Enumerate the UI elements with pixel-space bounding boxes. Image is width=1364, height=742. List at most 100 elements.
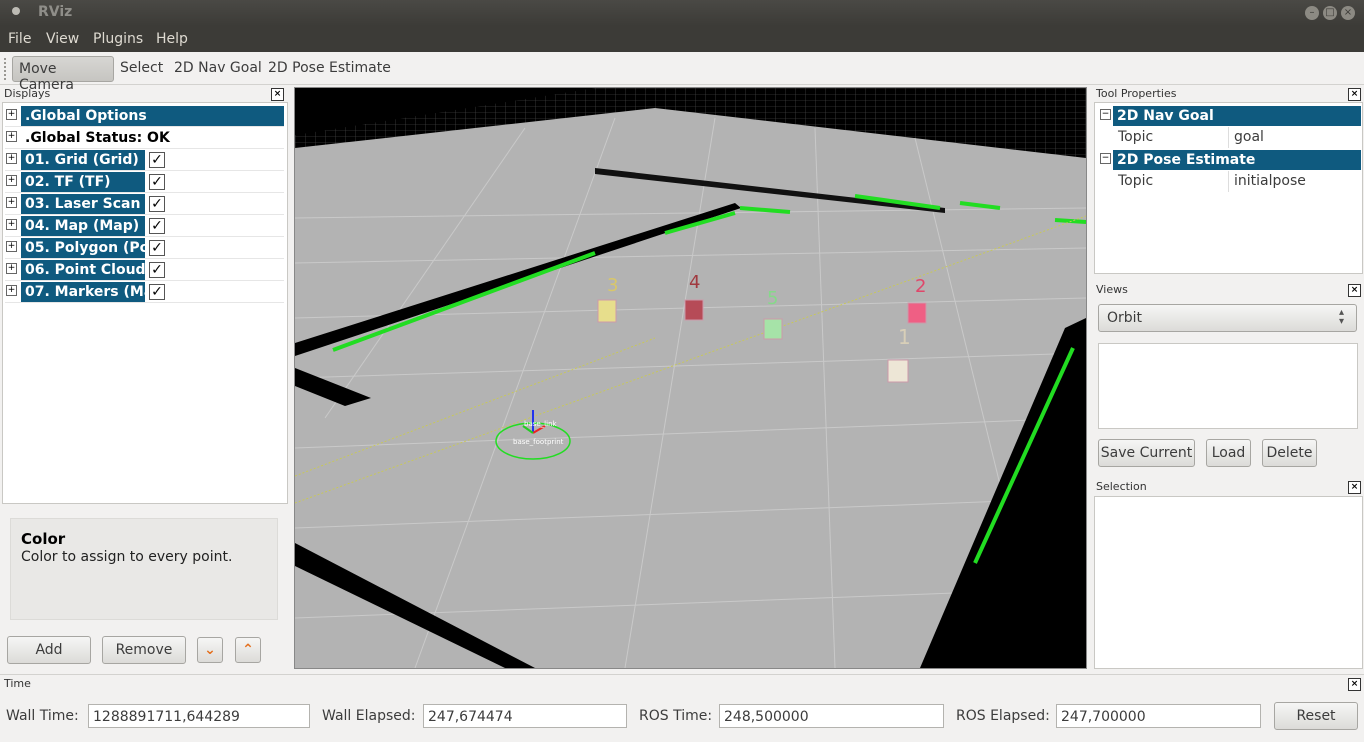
chevron-up-icon[interactable]: ⌃ xyxy=(235,637,261,663)
tool-2d-nav-goal[interactable]: 2D Nav Goal xyxy=(174,60,262,76)
tool-select[interactable]: Select xyxy=(120,60,163,76)
views-header: Views xyxy=(1096,283,1128,296)
ros-time-label: ROS Time: xyxy=(639,708,713,724)
expand-icon[interactable]: + xyxy=(6,285,17,296)
display-row-tf[interactable]: + 02. TF (TF) ✓ xyxy=(5,171,284,193)
display-row-map[interactable]: + 04. Map (Map) ✓ xyxy=(5,215,284,237)
menu-help[interactable]: Help xyxy=(156,31,188,47)
display-row-global-options[interactable]: + .Global Options xyxy=(5,105,284,127)
add-display-button[interactable]: Add xyxy=(7,636,91,664)
display-row-point-cloud2[interactable]: + 06. Point Cloud2 ✓ xyxy=(5,259,284,281)
menu-view[interactable]: View xyxy=(46,31,79,47)
minimize-button[interactable]: – xyxy=(1305,6,1319,20)
tool-group-name: 2D Pose Estimate xyxy=(1113,150,1361,170)
help-text: Color to assign to every point. xyxy=(21,549,233,565)
display-label: 04. Map (Map) xyxy=(21,216,145,236)
tool-property-row[interactable]: Topic goal xyxy=(1099,127,1361,148)
display-label: .Global Options xyxy=(21,106,284,126)
display-row-laser-scan[interactable]: + 03. Laser Scan (L ✓ xyxy=(5,193,284,215)
delete-view-button[interactable]: Delete xyxy=(1262,439,1317,467)
wall-time-field[interactable]: 1288891711,644289 xyxy=(88,704,310,728)
marker-label: 4 xyxy=(689,272,700,293)
selection-panel xyxy=(1094,496,1363,669)
time-close-icon[interactable]: × xyxy=(1348,678,1361,691)
remove-display-button[interactable]: Remove xyxy=(102,636,186,664)
display-enabled-checkbox[interactable]: ✓ xyxy=(149,262,165,278)
property-name: Topic xyxy=(1118,129,1154,145)
display-label: 02. TF (TF) xyxy=(21,172,145,192)
collapse-icon[interactable]: − xyxy=(1100,109,1111,120)
property-value[interactable]: goal xyxy=(1234,129,1264,145)
expand-icon[interactable]: + xyxy=(6,175,17,186)
view-type-select[interactable]: Orbit ▴ ▾ xyxy=(1098,304,1357,332)
saved-views-list[interactable] xyxy=(1098,343,1358,429)
time-header: Time xyxy=(4,677,31,690)
load-view-button[interactable]: Load xyxy=(1206,439,1251,467)
help-title: Color xyxy=(21,530,66,548)
marker-label: 2 xyxy=(915,276,926,297)
save-current-view-button[interactable]: Save Current xyxy=(1098,439,1195,467)
wall-elapsed-field[interactable]: 247,674474 xyxy=(423,704,627,728)
expand-icon[interactable]: + xyxy=(6,241,17,252)
display-label: 07. Markers (Mar xyxy=(21,282,145,302)
tool-move-camera[interactable]: Move Camera xyxy=(12,56,114,93)
display-enabled-checkbox[interactable]: ✓ xyxy=(149,174,165,190)
maximize-button[interactable]: □ xyxy=(1323,6,1337,20)
display-row-markers[interactable]: + 07. Markers (Mar ✓ xyxy=(5,281,284,303)
display-enabled-checkbox[interactable]: ✓ xyxy=(149,240,165,256)
ros-elapsed-label: ROS Elapsed: xyxy=(956,708,1050,724)
display-row-grid[interactable]: + 01. Grid (Grid) ✓ xyxy=(5,149,284,171)
reset-time-button[interactable]: Reset xyxy=(1274,702,1358,730)
frame-label: base_footprint xyxy=(513,438,564,446)
displays-close-icon[interactable]: × xyxy=(271,88,284,101)
menu-file[interactable]: File xyxy=(8,31,31,47)
expand-icon[interactable]: + xyxy=(6,131,17,142)
display-label: 05. Polygon (Poly xyxy=(21,238,145,258)
app-icon xyxy=(12,7,20,15)
property-value[interactable]: initialpose xyxy=(1234,173,1306,189)
expand-icon[interactable]: + xyxy=(6,263,17,274)
ros-time-field[interactable]: 248,500000 xyxy=(719,704,944,728)
display-enabled-checkbox[interactable]: ✓ xyxy=(149,196,165,212)
menu-bar: File View Plugins Help xyxy=(0,26,1364,52)
marker-block xyxy=(907,302,927,324)
property-help-box: Color Color to assign to every point. xyxy=(10,518,278,620)
display-enabled-checkbox[interactable]: ✓ xyxy=(149,152,165,168)
expand-icon[interactable]: + xyxy=(6,197,17,208)
marker-block xyxy=(597,299,617,323)
display-enabled-checkbox[interactable]: ✓ xyxy=(149,284,165,300)
marker-block xyxy=(684,299,704,321)
views-close-icon[interactable]: × xyxy=(1348,284,1361,297)
menu-plugins[interactable]: Plugins xyxy=(93,31,143,47)
expand-icon[interactable]: + xyxy=(6,219,17,230)
marker-label: 3 xyxy=(607,275,618,296)
tool-group-2d-pose-estimate[interactable]: − 2D Pose Estimate xyxy=(1099,149,1361,170)
window-title: RViz xyxy=(38,4,73,20)
expand-icon[interactable]: + xyxy=(6,109,17,120)
ros-elapsed-field[interactable]: 247,700000 xyxy=(1056,704,1261,728)
frame-label: base_link xyxy=(524,420,558,428)
display-label: 01. Grid (Grid) xyxy=(21,150,145,170)
tool-properties-close-icon[interactable]: × xyxy=(1348,88,1361,101)
toolbar-grip[interactable] xyxy=(4,58,9,80)
marker-label: 1 xyxy=(898,325,911,349)
toolbar: Move Camera Select 2D Nav Goal 2D Pose E… xyxy=(0,52,1364,93)
displays-header: Displays xyxy=(4,87,51,100)
marker-block xyxy=(763,318,783,340)
chevron-down-icon[interactable]: ⌄ xyxy=(197,637,223,663)
tool-property-row[interactable]: Topic initialpose xyxy=(1099,171,1361,192)
close-window-button[interactable]: × xyxy=(1341,6,1355,20)
tool-group-2d-nav-goal[interactable]: − 2D Nav Goal xyxy=(1099,105,1361,126)
display-label: 03. Laser Scan (L xyxy=(21,194,145,214)
tool-group-name: 2D Nav Goal xyxy=(1113,106,1361,126)
display-enabled-checkbox[interactable]: ✓ xyxy=(149,218,165,234)
collapse-icon[interactable]: − xyxy=(1100,153,1111,164)
display-row-global-status[interactable]: + .Global Status: OK xyxy=(5,127,284,149)
expand-icon[interactable]: + xyxy=(6,153,17,164)
display-row-polygon[interactable]: + 05. Polygon (Poly ✓ xyxy=(5,237,284,259)
render-viewport[interactable]: 3 4 5 2 1 base_link base_footprint xyxy=(294,87,1087,669)
view-type-value: Orbit xyxy=(1107,310,1143,326)
tool-2d-pose-estimate[interactable]: 2D Pose Estimate xyxy=(268,60,391,76)
selection-close-icon[interactable]: × xyxy=(1348,481,1361,494)
title-bar: RViz – □ × xyxy=(0,0,1364,26)
